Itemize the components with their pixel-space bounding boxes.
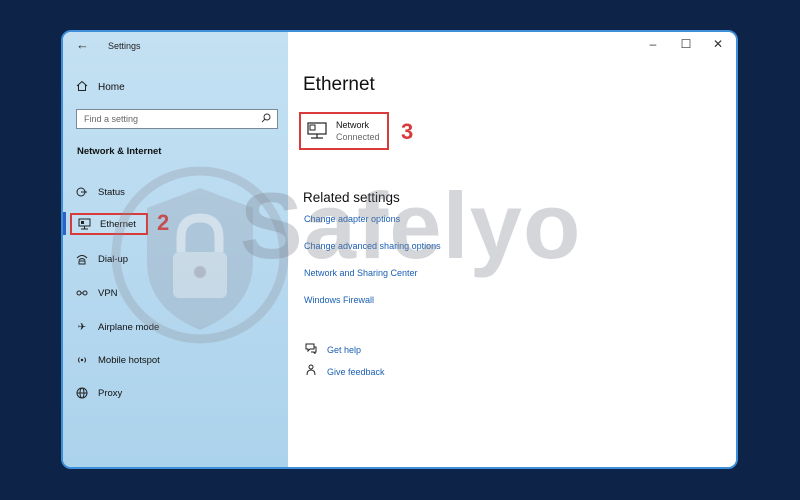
feedback-icon bbox=[304, 364, 317, 379]
section-title: Network & Internet bbox=[77, 146, 162, 157]
home-label: Home bbox=[98, 81, 125, 93]
watermark-text: Safelyo bbox=[240, 173, 582, 278]
help-label: Get help bbox=[327, 344, 362, 355]
search-box[interactable] bbox=[76, 109, 278, 129]
sidebar-item-label: Mobile hotspot bbox=[98, 354, 160, 366]
ethernet-icon bbox=[77, 217, 91, 231]
sidebar-item-proxy[interactable]: Proxy bbox=[75, 384, 122, 402]
step-3-annotation: 3 bbox=[401, 119, 414, 144]
sidebar-item-mobile-hotspot[interactable]: Mobile hotspot bbox=[75, 351, 160, 369]
search-input[interactable] bbox=[84, 114, 259, 124]
windows-firewall-link[interactable]: Windows Firewall bbox=[304, 295, 374, 305]
network-status: Connected bbox=[336, 132, 380, 142]
feedback-label: Give feedback bbox=[327, 366, 385, 377]
window-title: Settings bbox=[108, 41, 141, 51]
airplane-icon: ✈ bbox=[77, 321, 87, 333]
give-feedback-link[interactable]: Give feedback bbox=[304, 364, 385, 379]
home-nav-item[interactable]: Home bbox=[75, 79, 125, 95]
search-icon[interactable] bbox=[261, 113, 271, 126]
vpn-icon bbox=[75, 286, 89, 300]
sidebar-item-label: Proxy bbox=[98, 387, 123, 399]
get-help-link[interactable]: Get help bbox=[304, 342, 361, 357]
dialup-icon bbox=[75, 252, 89, 266]
globe-icon bbox=[75, 386, 89, 400]
home-icon bbox=[75, 80, 89, 95]
hotspot-icon bbox=[75, 353, 89, 367]
close-button[interactable]: ✕ bbox=[708, 37, 728, 51]
page-title: Ethernet bbox=[303, 74, 375, 95]
maximize-button[interactable]: ☐ bbox=[676, 37, 696, 51]
back-arrow-icon[interactable]: ← bbox=[76, 37, 89, 52]
selection-indicator bbox=[63, 212, 66, 235]
status-icon bbox=[75, 185, 89, 199]
help-chat-icon bbox=[304, 342, 317, 357]
network-name: Network bbox=[336, 120, 370, 130]
minimize-button[interactable]: – bbox=[643, 37, 663, 51]
network-connection-tile[interactable]: Network Connected bbox=[299, 112, 389, 150]
ethernet-icon bbox=[306, 121, 328, 141]
